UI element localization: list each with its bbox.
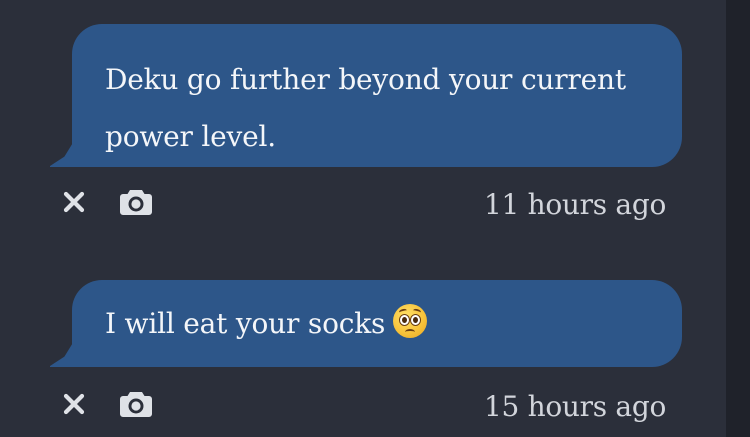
screenshot-button[interactable]: [118, 384, 154, 424]
message-text: I will eat your socks: [105, 307, 386, 340]
delete-message-button[interactable]: [56, 182, 92, 222]
message-meta: 11 hours ago: [56, 182, 666, 222]
camera-icon: [120, 190, 152, 215]
message-text: Deku go further beyond your current powe…: [105, 63, 626, 153]
message-meta: 15 hours ago: [56, 384, 666, 424]
message-timestamp: 15 hours ago: [484, 390, 666, 423]
message-bubble: Deku go further beyond your current powe…: [72, 24, 682, 167]
close-icon: [63, 393, 85, 415]
message-panel: Deku go further beyond your current powe…: [0, 0, 726, 437]
message-timestamp: 11 hours ago: [484, 188, 666, 221]
scroll-gutter: [726, 0, 750, 437]
close-icon: [63, 191, 85, 213]
message-bubble: I will eat your socks: [72, 280, 682, 367]
delete-message-button[interactable]: [56, 384, 92, 424]
pleading-face-emoji: [393, 304, 428, 338]
camera-icon: [120, 392, 152, 417]
message-text-row: I will eat your socks: [105, 303, 652, 345]
screenshot-button[interactable]: [118, 182, 154, 222]
